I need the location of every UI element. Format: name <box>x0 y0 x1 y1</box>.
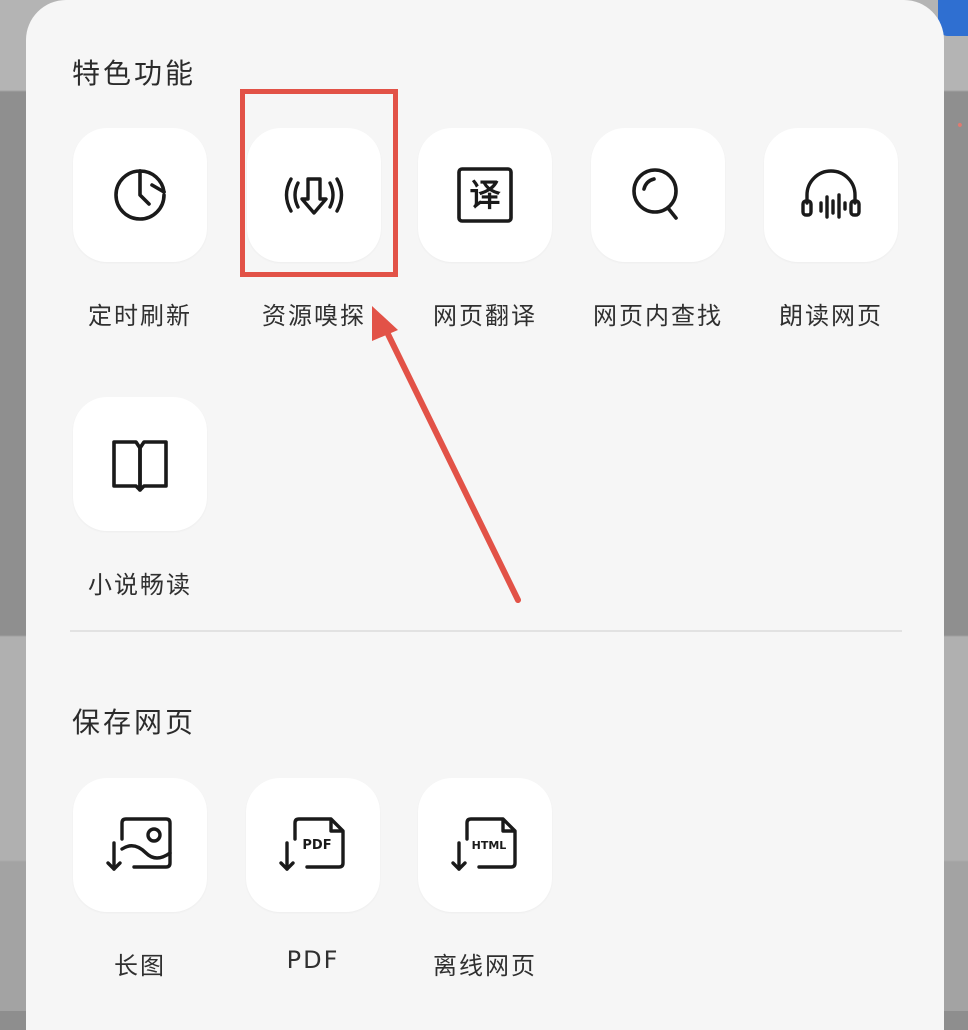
svg-text:译: 译 <box>470 178 502 214</box>
feature-label: 网页内查找 <box>593 302 723 330</box>
feature-label: 定时刷新 <box>88 302 192 330</box>
feature-find-in-page-button[interactable] <box>591 128 725 262</box>
save-label: 长图 <box>114 952 166 980</box>
feature-novel-reader-button[interactable] <box>73 397 207 531</box>
save-label: 离线网页 <box>433 952 537 980</box>
save-pdf-button[interactable]: PDF <box>246 778 380 912</box>
html-badge-text: HTML <box>472 839 507 852</box>
section-divider <box>70 630 902 632</box>
feature-label: 网页翻译 <box>433 302 537 330</box>
background-edge-mark: • <box>955 118 964 134</box>
section-title-save-page: 保存网页 <box>72 706 197 739</box>
save-label: PDF <box>286 946 340 974</box>
feature-timed-refresh-button[interactable] <box>73 128 207 262</box>
feature-read-aloud-button[interactable] <box>764 128 898 262</box>
search-icon <box>632 168 678 220</box>
html-icon: HTML <box>451 817 517 871</box>
clock-icon <box>114 169 166 221</box>
book-icon <box>112 440 168 492</box>
feature-label: 小说畅读 <box>88 571 192 599</box>
feature-resource-sniff-button[interactable] <box>247 128 381 262</box>
long-image-icon <box>106 817 172 871</box>
save-long-image-button[interactable] <box>73 778 207 912</box>
headphones-icon <box>801 169 861 219</box>
feature-label: 资源嗅探 <box>262 302 366 330</box>
feature-label: 朗读网页 <box>779 302 883 330</box>
translate-icon: 译 <box>457 167 513 223</box>
pdf-badge-text: PDF <box>302 838 331 853</box>
pdf-icon: PDF <box>279 817 345 871</box>
resource-sniff-icon <box>284 177 344 215</box>
section-title-features: 特色功能 <box>72 57 197 90</box>
save-offline-page-button[interactable]: HTML <box>418 778 552 912</box>
feature-translate-button[interactable]: 译 <box>418 128 552 262</box>
bottom-sheet: 特色功能 定时刷新 资源嗅探 译 网页翻译 网页内查找 朗读网页 小说畅读 保存… <box>26 0 944 1030</box>
